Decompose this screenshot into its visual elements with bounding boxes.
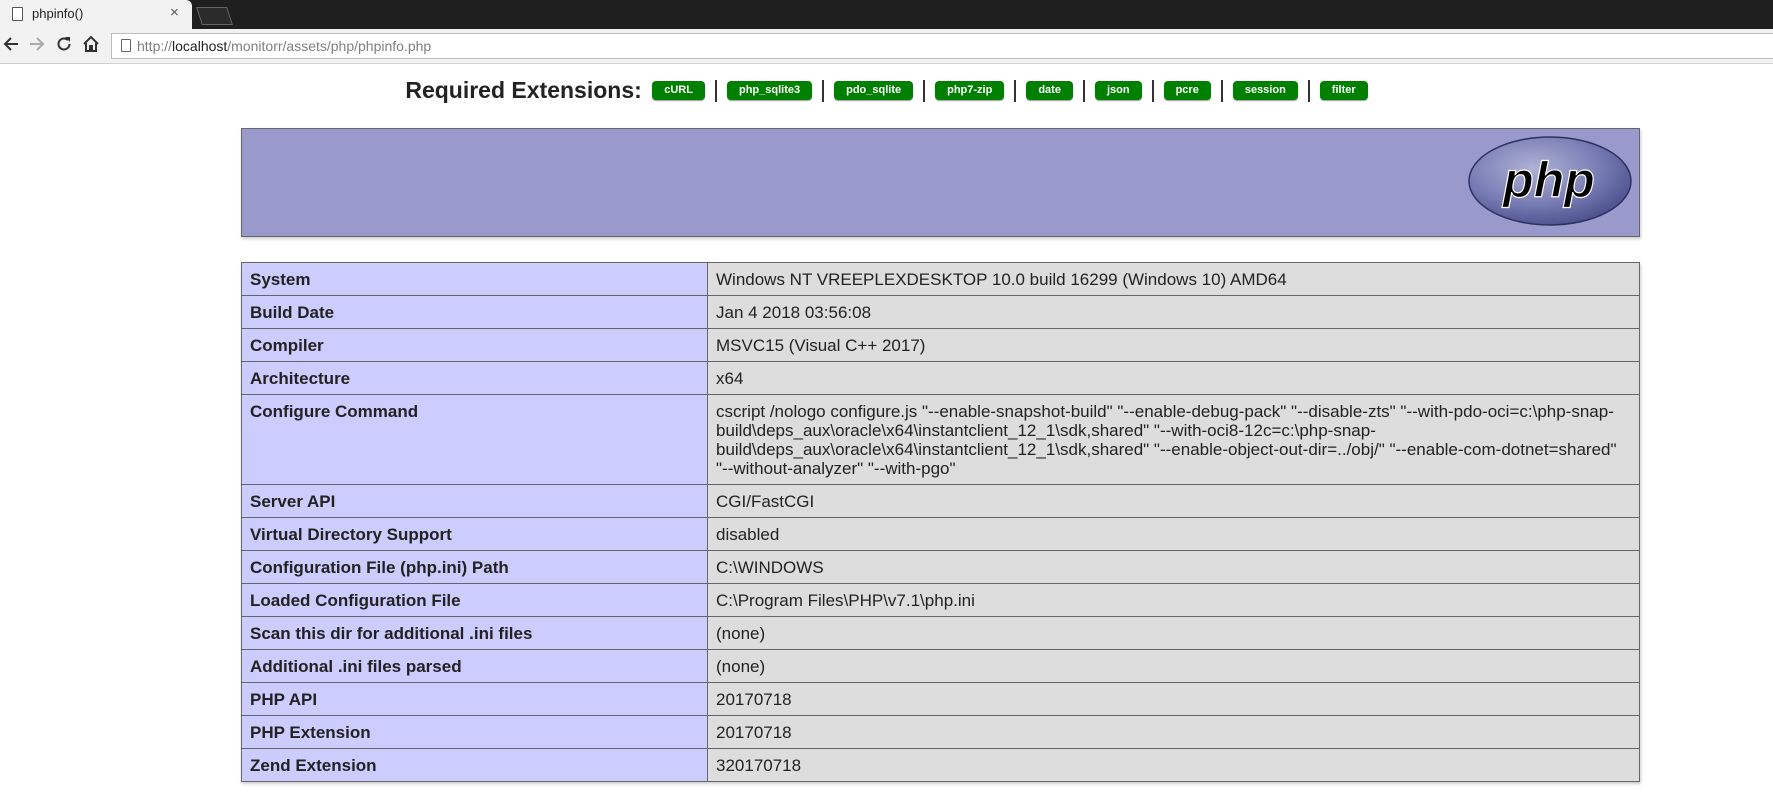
extension-separator: [822, 79, 825, 102]
table-row: PHP Extension 20170718: [241, 715, 1640, 749]
page-info-icon[interactable]: [121, 39, 131, 52]
row-key: PHP API: [241, 682, 708, 716]
extension-badge-filter[interactable]: filter: [1319, 81, 1368, 100]
back-arrow-icon[interactable]: [0, 35, 22, 57]
forward-arrow-icon[interactable]: [26, 35, 48, 57]
tab-title: phpinfo(): [32, 6, 84, 21]
required-extensions-bar: Required Extensions: cURL php_sqlite3 pdo_…: [0, 77, 1773, 104]
table-row: Server API CGI/FastCGI: [241, 484, 1640, 518]
extension-separator: [714, 79, 717, 102]
row-key: Scan this dir for additional .ini files: [241, 616, 708, 650]
extension-badge-date[interactable]: date: [1026, 81, 1073, 100]
row-key: Virtual Directory Support: [241, 517, 708, 551]
tab-strip: phpinfo() ×: [0, 0, 1773, 29]
table-row: Zend Extension 320170718: [241, 748, 1640, 782]
row-key: System: [241, 262, 708, 296]
row-value: CGI/FastCGI: [707, 484, 1640, 518]
extension-separator: [923, 79, 926, 102]
row-key: Build Date: [241, 295, 708, 329]
table-row: Configuration File (php.ini) Path C:\WIND…: [241, 550, 1640, 584]
row-key: Architecture: [241, 361, 708, 395]
row-value: disabled: [707, 517, 1640, 551]
browser-toolbar: http://localhost/monitorr/assets/php/php…: [0, 29, 1773, 64]
table-row: Additional .ini files parsed (none): [241, 649, 1640, 683]
row-key: Zend Extension: [241, 748, 708, 782]
extension-badge-curl[interactable]: cURL: [652, 81, 705, 100]
extension-badge-session[interactable]: session: [1232, 81, 1298, 100]
php-banner: php: [241, 128, 1640, 237]
extension-separator: [1014, 79, 1017, 102]
table-row: Virtual Directory Support disabled: [241, 517, 1640, 551]
extension-badge-php7-zip[interactable]: php7-zip: [935, 81, 1005, 100]
required-extensions-label: Required Extensions:: [405, 77, 642, 103]
close-icon[interactable]: ×: [170, 4, 179, 22]
row-value: Jan 4 2018 03:56:08: [707, 295, 1640, 329]
table-row: Scan this dir for additional .ini files(…: [241, 616, 1640, 650]
row-value: Windows NT VREEPLEXDESKTOP 10.0 build 16…: [707, 262, 1640, 296]
table-row: PHP API 20170718: [241, 682, 1640, 716]
extension-badge-php-sqlite3[interactable]: php_sqlite3: [726, 81, 813, 100]
extension-separator: [1307, 79, 1310, 102]
extension-badge-pdo-sqlite[interactable]: pdo_sqlite: [834, 81, 914, 100]
new-tab-button[interactable]: [196, 7, 233, 25]
php-logo-icon[interactable]: php: [1467, 135, 1633, 227]
row-key: Configure Command: [241, 394, 708, 485]
row-key: Server API: [241, 484, 708, 518]
row-key: Additional .ini files parsed: [241, 649, 708, 683]
table-row: Architecture x64: [241, 361, 1640, 395]
row-value: (none): [707, 649, 1640, 683]
table-row: System Windows NT VREEPLEXDESKTOP 10.0 bu…: [241, 262, 1640, 296]
table-row: Build Date Jan 4 2018 03:56:08: [241, 295, 1640, 329]
reload-icon[interactable]: [53, 35, 75, 57]
extension-separator: [1220, 79, 1223, 102]
row-value: C:\Program Files\PHP\v7.1\php.ini: [707, 583, 1640, 617]
table-row: Configure Command cscript /nologo configu…: [241, 394, 1640, 485]
extension-separator: [1151, 79, 1154, 102]
row-value: MSVC15 (Visual C++ 2017): [707, 328, 1640, 362]
row-key: PHP Extension: [241, 715, 708, 749]
extension-badge-pcre[interactable]: pcre: [1163, 81, 1211, 100]
page-icon: [12, 7, 23, 21]
browser-tab[interactable]: phpinfo() ×: [0, 0, 192, 29]
table-row: Compiler MSVC15 (Visual C++ 2017): [241, 328, 1640, 362]
table-row: Loaded Configuration File C:\Program File…: [241, 583, 1640, 617]
row-value: C:\WINDOWS: [707, 550, 1640, 584]
extension-separator: [1082, 79, 1085, 102]
php-logo-text: php: [1501, 152, 1595, 208]
row-key: Configuration File (php.ini) Path: [241, 550, 708, 584]
url-text[interactable]: http://localhost/monitorr/assets/php/php…: [137, 38, 431, 54]
row-value: (none): [707, 616, 1640, 650]
address-bar[interactable]: http://localhost/monitorr/assets/php/php…: [111, 33, 1773, 59]
row-value: 20170718: [707, 715, 1640, 749]
home-icon[interactable]: [80, 35, 102, 57]
php-info-table: System Windows NT VREEPLEXDESKTOP 10.0 bu…: [241, 262, 1640, 782]
row-value: 320170718: [707, 748, 1640, 782]
row-key: Compiler: [241, 328, 708, 362]
row-value: cscript /nologo configure.js "--enable-s…: [707, 394, 1640, 485]
row-key: Loaded Configuration File: [241, 583, 708, 617]
extension-badge-json[interactable]: json: [1094, 81, 1142, 100]
row-value: 20170718: [707, 682, 1640, 716]
row-value: x64: [707, 361, 1640, 395]
